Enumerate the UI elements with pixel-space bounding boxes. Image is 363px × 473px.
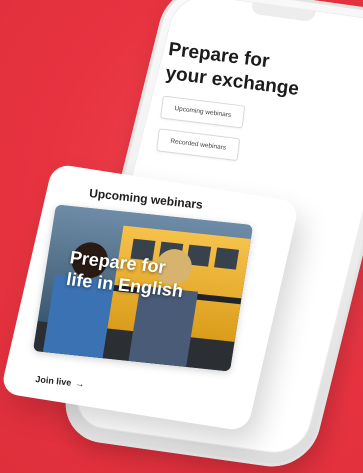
webinar-photo: Prepare for life in English xyxy=(32,204,254,372)
phone-content: Prepare for your exchange Upcoming webin… xyxy=(156,38,354,174)
hero-illustration: Prepare for your exchange Upcoming webin… xyxy=(0,0,363,473)
arrow-right-icon: → xyxy=(74,378,85,390)
